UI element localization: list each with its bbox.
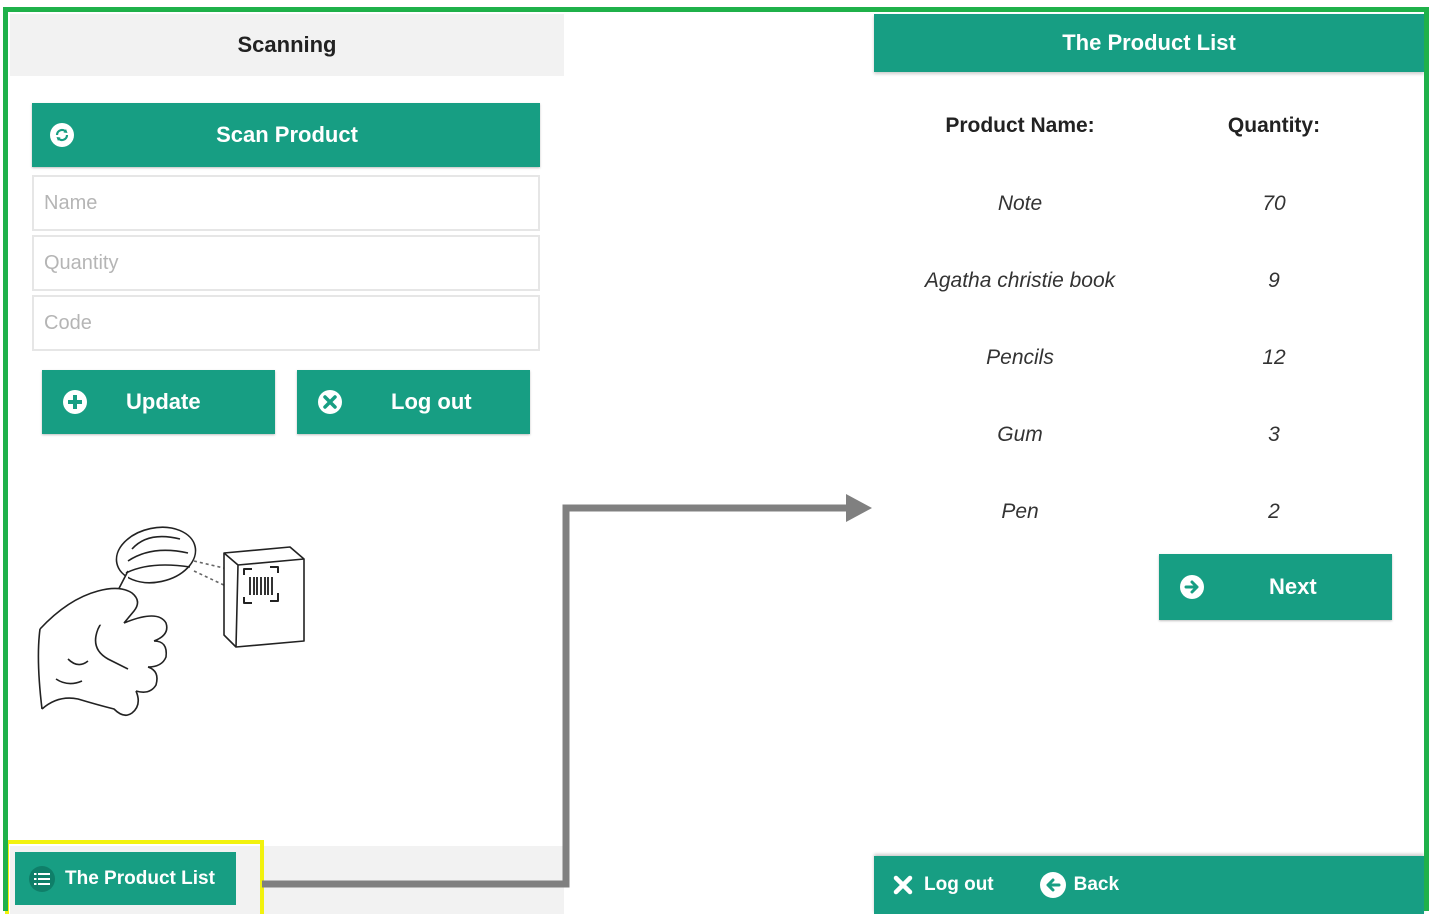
next-label: Next (1269, 574, 1317, 599)
update-label: Update (126, 389, 201, 414)
table-row: Pencils 12 (874, 340, 1424, 380)
plus-icon (62, 389, 88, 415)
product-quantity-cell: 12 (1262, 346, 1286, 369)
product-name-cell: Pencils (986, 346, 1054, 369)
table-row: Pen 2 (874, 494, 1424, 534)
logout-button[interactable]: Log out (297, 370, 530, 434)
code-field[interactable] (32, 295, 540, 351)
quantity-field[interactable] (32, 235, 540, 291)
refresh-icon (50, 123, 74, 147)
product-list-button[interactable]: The Product List (15, 852, 236, 905)
list-icon (29, 865, 55, 892)
next-button[interactable]: Next (1159, 554, 1392, 620)
close-icon (317, 389, 343, 415)
footer-logout-button[interactable]: Log out (890, 856, 994, 914)
column-header-product-name: Product Name: (945, 114, 1095, 137)
arrow-right-icon (1179, 574, 1205, 600)
table-row: Gum 3 (874, 417, 1424, 457)
back-button[interactable]: Back (1039, 856, 1120, 914)
scan-product-label: Scan Product (216, 122, 358, 147)
table-row: Agatha christie book 9 (874, 263, 1424, 303)
product-quantity-cell: 2 (1268, 500, 1280, 523)
arrow-left-icon (1039, 872, 1066, 898)
close-icon (890, 872, 916, 898)
right-footer-bar: Log out Back (874, 856, 1424, 914)
scanning-screen: Scanning Scan Product Update (10, 14, 564, 914)
product-list-screen: The Product List Product Name: Quantity:… (874, 14, 1424, 914)
table-row: Note 70 (874, 186, 1424, 226)
update-button[interactable]: Update (42, 370, 275, 434)
name-field[interactable] (32, 175, 540, 231)
product-name-cell: Agatha christie book (924, 269, 1116, 292)
back-label: Back (1073, 874, 1120, 895)
product-quantity-cell: 3 (1268, 423, 1280, 446)
product-list-button-label: The Product List (65, 867, 215, 889)
logout-label: Log out (391, 389, 472, 414)
footer-logout-label: Log out (924, 874, 994, 895)
product-list-title: The Product List (874, 14, 1424, 72)
product-name-cell: Note (997, 192, 1043, 215)
product-name-cell: Gum (997, 423, 1043, 446)
product-quantity-cell: 9 (1268, 269, 1280, 292)
barcode-scanner-icon (37, 526, 305, 717)
scanning-title: Scanning (10, 14, 564, 76)
scan-product-button[interactable]: Scan Product (32, 103, 540, 167)
product-quantity-cell: 70 (1262, 192, 1286, 215)
product-name-cell: Pen (1001, 500, 1039, 523)
column-header-quantity: Quantity: (1227, 114, 1321, 137)
